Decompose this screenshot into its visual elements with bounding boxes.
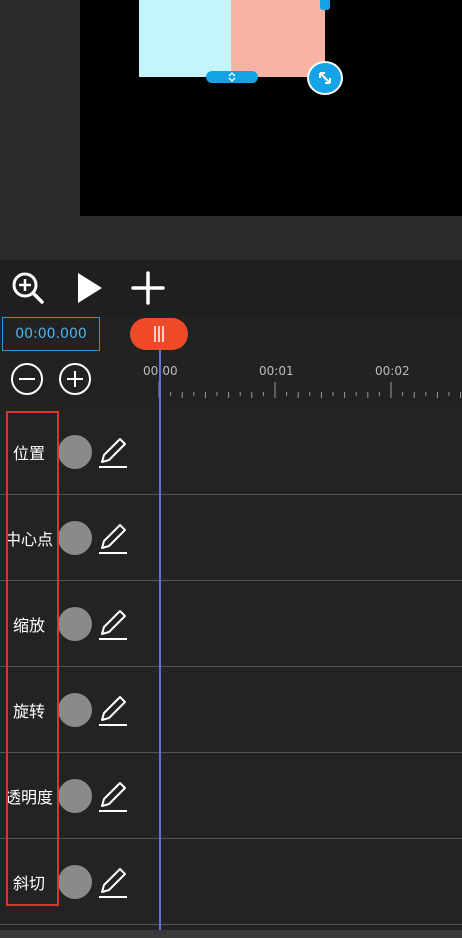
zoom-in-icon bbox=[12, 272, 44, 304]
pencil-icon bbox=[99, 868, 127, 898]
pencil-icon bbox=[99, 782, 127, 812]
bottom-scrollbar[interactable] bbox=[0, 930, 462, 938]
pencil-icon bbox=[99, 696, 127, 726]
track-label: 透明度 bbox=[4, 788, 53, 807]
edit-button[interactable] bbox=[95, 605, 131, 643]
playback-toolbar bbox=[0, 260, 462, 316]
edit-button[interactable] bbox=[95, 691, 131, 729]
play-button[interactable] bbox=[66, 266, 110, 310]
edit-button[interactable] bbox=[95, 863, 131, 901]
track-opacity: 透明度 bbox=[0, 753, 462, 839]
timeline-ruler-row: 00:00 00:01 00:02 bbox=[0, 354, 462, 409]
clip-left-color bbox=[139, 0, 231, 77]
keyframe-toggle[interactable] bbox=[58, 435, 92, 469]
playhead-knob[interactable] bbox=[130, 318, 188, 350]
track-anchor: 中心点 bbox=[0, 495, 462, 581]
clip-right-edge-handle[interactable] bbox=[320, 0, 330, 10]
ruler-ticks bbox=[158, 382, 462, 398]
grip-icon bbox=[154, 326, 164, 342]
edit-button[interactable] bbox=[95, 777, 131, 815]
keyframe-toggle[interactable] bbox=[58, 607, 92, 641]
keyframe-toggle[interactable] bbox=[58, 865, 92, 899]
clip-bottom-edge-handle[interactable] bbox=[206, 71, 258, 83]
vertical-resize-icon bbox=[228, 72, 236, 82]
edit-button[interactable] bbox=[95, 433, 131, 471]
track-label: 旋转 bbox=[12, 702, 45, 721]
pencil-icon bbox=[99, 524, 127, 554]
track-position: 位置 bbox=[0, 409, 462, 495]
track-scale: 缩放 bbox=[0, 581, 462, 667]
track-skew: 斜切 bbox=[0, 839, 462, 925]
scale-rotate-handle[interactable] bbox=[307, 61, 343, 95]
track-label: 斜切 bbox=[12, 874, 45, 893]
zoom-in-button[interactable] bbox=[6, 266, 50, 310]
track-rotation: 旋转 bbox=[0, 667, 462, 753]
track-label: 缩放 bbox=[12, 616, 45, 635]
pencil-icon bbox=[99, 610, 127, 640]
add-keyframe-button[interactable] bbox=[126, 266, 170, 310]
timecode-row: 00:00.000 bbox=[0, 316, 462, 354]
keyframe-toggle[interactable] bbox=[58, 693, 92, 727]
plus-icon bbox=[131, 271, 165, 305]
keyframe-tracks: 位置 中心点 缩放 旋转 透明度 斜切 bbox=[0, 409, 462, 938]
play-icon bbox=[78, 273, 102, 303]
diagonal-resize-icon bbox=[319, 72, 331, 84]
track-label: 中心点 bbox=[4, 530, 53, 549]
edit-button[interactable] bbox=[95, 519, 131, 557]
video-clip-frame[interactable] bbox=[139, 0, 325, 77]
timecode-display[interactable]: 00:00.000 bbox=[2, 317, 100, 351]
keyframe-toggle[interactable] bbox=[58, 779, 92, 813]
playhead-line[interactable] bbox=[159, 350, 161, 938]
pencil-icon bbox=[99, 438, 127, 468]
keyframe-toggle[interactable] bbox=[58, 521, 92, 555]
track-label: 位置 bbox=[12, 444, 45, 463]
preview-area bbox=[0, 0, 462, 260]
